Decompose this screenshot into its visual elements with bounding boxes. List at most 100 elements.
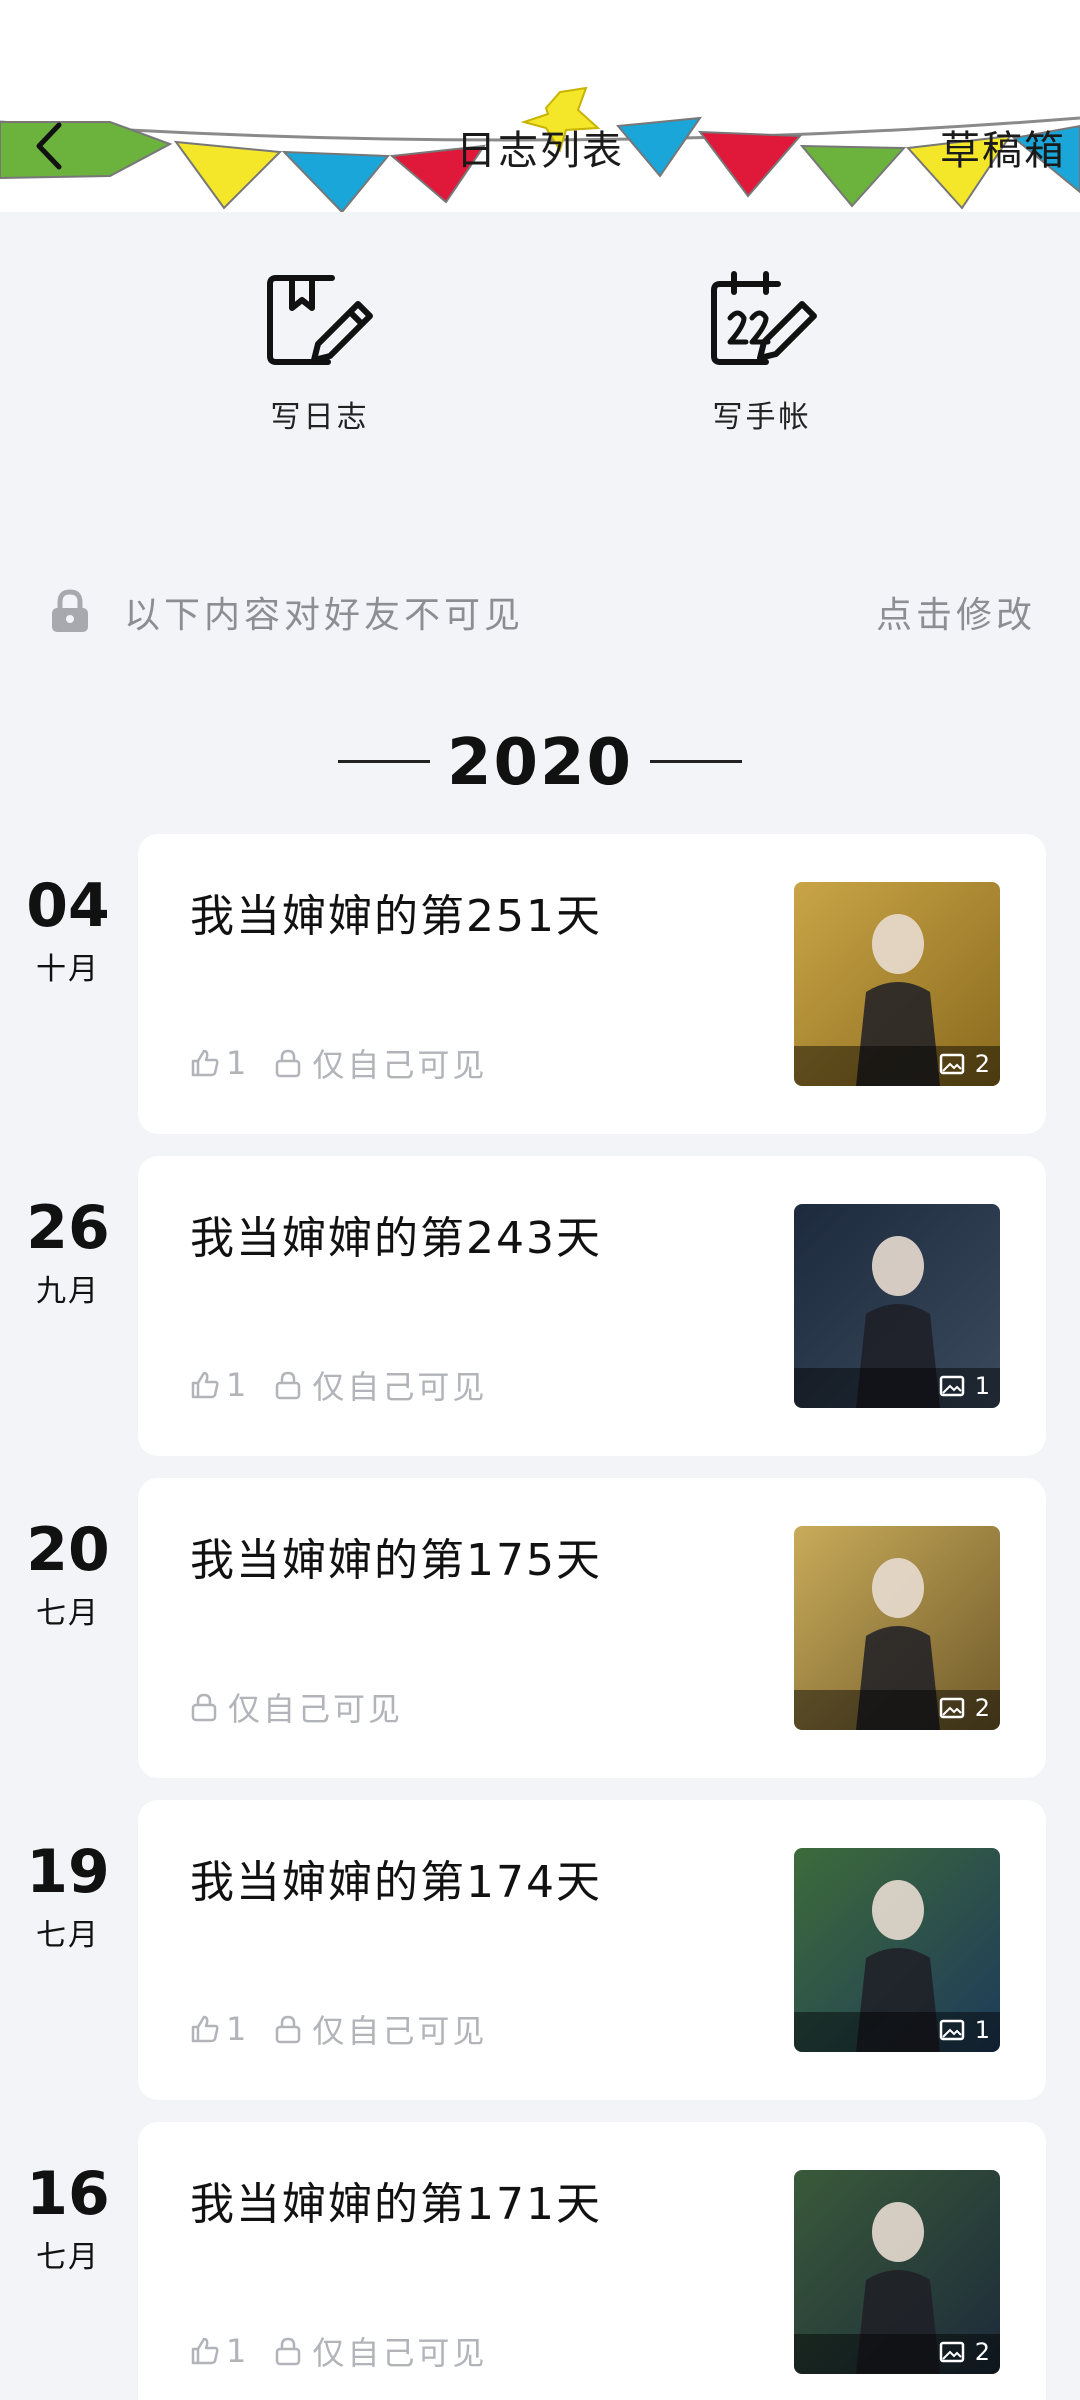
photo-count: 1 xyxy=(939,1372,990,1400)
entry-thumbnail[interactable]: 1 xyxy=(794,1204,1000,1408)
entry-title: 我当婶婶的第171天 xyxy=(190,2179,602,2230)
like-count[interactable]: 1 xyxy=(190,1044,246,1082)
entry-day: 16 xyxy=(26,2159,110,2229)
privacy-notice: 以下内容对好友不可见 点击修改 xyxy=(0,578,1080,642)
visibility-text: 仅自己可见 xyxy=(312,1368,488,1406)
write-diary-label: 写日志 xyxy=(270,400,370,435)
entry-card[interactable]: 我当婶婶的第175天 仅自己可见 2 xyxy=(138,1478,1046,1778)
visibility-text: 仅自己可见 xyxy=(228,1690,404,1728)
year-label: 2020 xyxy=(446,726,634,800)
thumbs-up-icon xyxy=(191,2337,219,2365)
entry-title: 我当婶婶的第251天 xyxy=(190,891,602,942)
entry-title: 我当婶婶的第243天 xyxy=(190,1213,602,1264)
entry-date: 20 七月 xyxy=(18,1518,118,1632)
entry-day: 20 xyxy=(26,1515,110,1585)
lock-outline-icon xyxy=(276,2015,301,2044)
lock-icon xyxy=(52,589,88,632)
entry-meta: 1 仅自己可见 xyxy=(190,2006,487,2052)
entry-month: 九月 xyxy=(36,1274,100,1309)
entry-meta: 仅自己可见 xyxy=(190,1684,403,1730)
like-number: 1 xyxy=(226,2332,247,2370)
entry-card[interactable]: 我当婶婶的第243天 1 仅自己可见 1 xyxy=(138,1156,1046,1456)
visibility-text: 仅自己可见 xyxy=(312,1046,488,1084)
diary-entry[interactable]: 26 九月 我当婶婶的第243天 1 仅自己可见 1 xyxy=(0,1156,1080,1456)
photo-count-number: 2 xyxy=(974,2338,990,2366)
visibility-status: 仅自己可见 xyxy=(274,1040,487,1086)
thumbs-up-icon xyxy=(191,2015,219,2043)
visibility-status: 仅自己可见 xyxy=(274,1362,487,1408)
visibility-status: 仅自己可见 xyxy=(274,2006,487,2052)
entry-date: 04 十月 xyxy=(18,874,118,988)
photo-count: 1 xyxy=(939,2016,990,2044)
thumbs-up-icon xyxy=(191,1371,219,1399)
entry-card[interactable]: 我当婶婶的第251天 1 仅自己可见 2 xyxy=(138,834,1046,1134)
image-icon xyxy=(939,2019,964,2041)
photo-count-number: 2 xyxy=(974,1050,990,1078)
header: 日志列表 草稿箱 xyxy=(0,0,1080,212)
photo-count: 2 xyxy=(939,1050,990,1078)
entry-month: 七月 xyxy=(36,1596,100,1631)
visibility-status: 仅自己可见 xyxy=(274,2328,487,2374)
image-icon xyxy=(939,1053,964,1075)
photo-count-number: 2 xyxy=(974,1694,990,1722)
photo-count: 2 xyxy=(939,2338,990,2366)
entry-month: 七月 xyxy=(36,2240,100,2275)
entry-thumbnail[interactable]: 2 xyxy=(794,882,1000,1086)
privacy-text: 以下内容对好友不可见 xyxy=(124,595,525,636)
photo-count-number: 1 xyxy=(974,1372,990,1400)
year-divider: 2020 xyxy=(0,720,1080,800)
entry-day: 19 xyxy=(26,1837,110,1907)
write-handbook-button[interactable]: 写手帐 xyxy=(662,270,862,436)
page-title: 日志列表 xyxy=(456,128,624,174)
lock-outline-icon xyxy=(191,1693,217,1722)
lock-outline-icon xyxy=(276,2337,301,2366)
lock-outline-icon xyxy=(276,1371,301,1400)
write-diary-button[interactable]: 写日志 xyxy=(220,270,420,436)
calendar-edit-icon xyxy=(711,271,817,365)
journal-edit-icon xyxy=(267,275,373,365)
entry-day: 04 xyxy=(26,871,110,941)
like-count[interactable]: 1 xyxy=(190,1366,246,1404)
bunting-decoration xyxy=(0,86,1080,212)
thumbs-up-icon xyxy=(191,1049,219,1077)
write-handbook-label: 写手帐 xyxy=(712,400,812,435)
entry-month: 七月 xyxy=(36,1918,100,1953)
privacy-edit-button[interactable]: 点击修改 xyxy=(876,586,1036,638)
like-count[interactable]: 1 xyxy=(190,2332,246,2370)
image-icon xyxy=(939,1375,964,1397)
visibility-text: 仅自己可见 xyxy=(312,2012,488,2050)
diary-entry[interactable]: 19 七月 我当婶婶的第174天 1 仅自己可见 1 xyxy=(0,1800,1080,2100)
visibility-status: 仅自己可见 xyxy=(190,1684,403,1730)
photo-count-number: 1 xyxy=(974,2016,990,2044)
photo-count: 2 xyxy=(939,1694,990,1722)
entry-thumbnail[interactable]: 2 xyxy=(794,1526,1000,1730)
entry-card[interactable]: 我当婶婶的第174天 1 仅自己可见 1 xyxy=(138,1800,1046,2100)
visibility-text: 仅自己可见 xyxy=(312,2334,488,2372)
image-icon xyxy=(939,1697,964,1719)
like-number: 1 xyxy=(226,1366,247,1404)
diary-entry[interactable]: 16 七月 我当婶婶的第171天 1 仅自己可见 2 xyxy=(0,2122,1080,2400)
entry-date: 19 七月 xyxy=(18,1840,118,1954)
entry-title: 我当婶婶的第174天 xyxy=(190,1857,602,1908)
image-icon xyxy=(939,2341,964,2363)
like-count[interactable]: 1 xyxy=(190,2010,246,2048)
diary-entry[interactable]: 04 十月 我当婶婶的第251天 1 仅自己可见 2 xyxy=(0,834,1080,1134)
entry-title: 我当婶婶的第175天 xyxy=(190,1535,602,1586)
entry-month: 十月 xyxy=(36,952,100,987)
quick-actions: 写日志 写手帐 xyxy=(0,270,1080,460)
like-number: 1 xyxy=(226,2010,247,2048)
entry-thumbnail[interactable]: 1 xyxy=(794,1848,1000,2052)
diary-entry[interactable]: 20 七月 我当婶婶的第175天 仅自己可见 2 xyxy=(0,1478,1080,1778)
entry-meta: 1 仅自己可见 xyxy=(190,1362,487,1408)
entry-card[interactable]: 我当婶婶的第171天 1 仅自己可见 2 xyxy=(138,2122,1046,2400)
lock-outline-icon xyxy=(276,1049,301,1078)
entry-day: 26 xyxy=(26,1193,110,1263)
divider-line xyxy=(650,760,742,763)
entry-meta: 1 仅自己可见 xyxy=(190,1040,487,1086)
entry-meta: 1 仅自己可见 xyxy=(190,2328,487,2374)
like-number: 1 xyxy=(226,1044,247,1082)
entry-date: 26 九月 xyxy=(18,1196,118,1310)
drafts-button[interactable]: 草稿箱 xyxy=(940,118,1066,176)
entry-thumbnail[interactable]: 2 xyxy=(794,2170,1000,2374)
entry-date: 16 七月 xyxy=(18,2162,118,2276)
